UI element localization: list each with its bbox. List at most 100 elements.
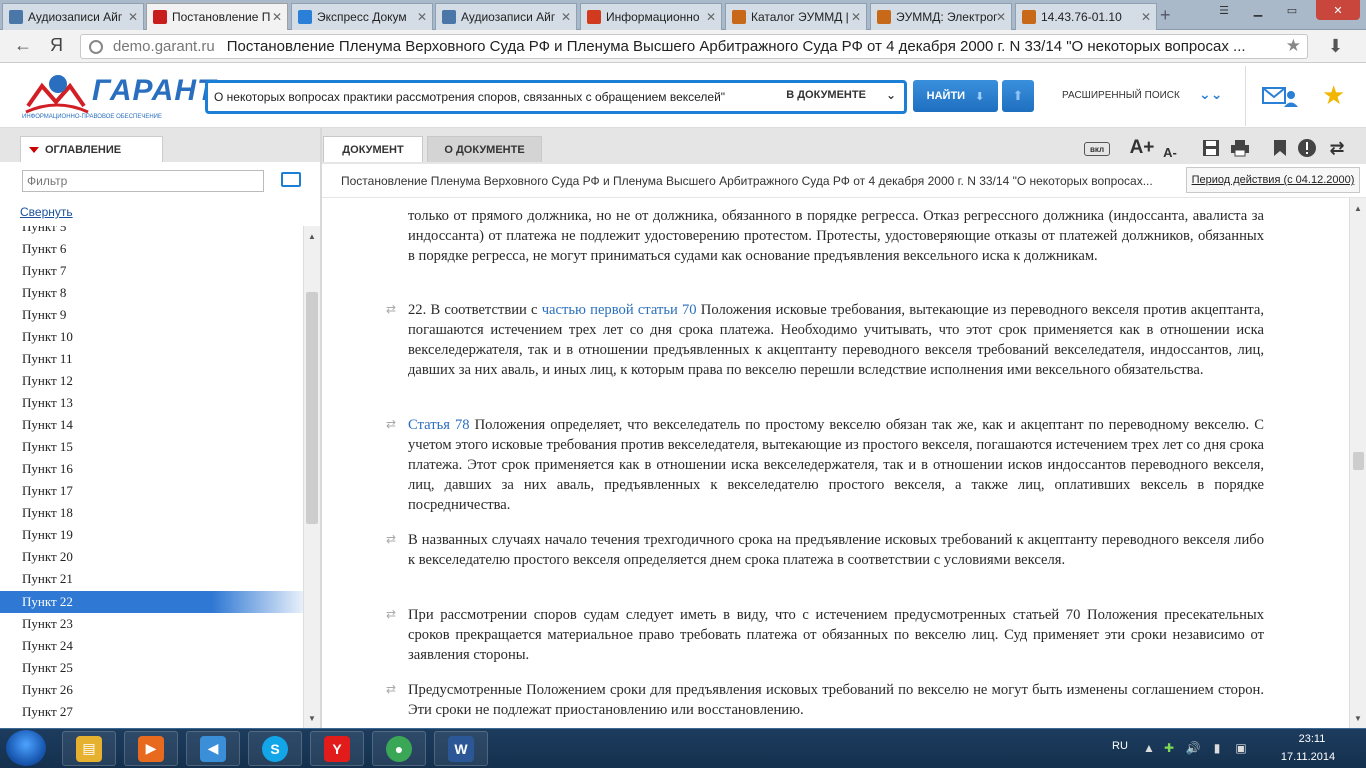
toc-item[interactable]: Пункт 17 (0, 480, 303, 502)
link-article-70-part-1[interactable]: частью первой статьи 70 (542, 302, 697, 318)
close-window-icon[interactable]: ✕ (1316, 0, 1360, 20)
maximize-icon[interactable]: ▭ (1280, 0, 1304, 20)
browser-tab[interactable]: Аудиозаписи Айг ✕ (2, 3, 144, 30)
toc-item[interactable]: Пункт 25 (0, 657, 303, 679)
yandex-button[interactable]: Я (50, 35, 63, 56)
toc-item[interactable]: Пункт 13 (0, 392, 303, 414)
toc-item[interactable]: Пункт 21 (0, 568, 303, 590)
taskbar-app[interactable]: ● (372, 731, 426, 766)
taskbar-app[interactable]: Y (310, 731, 364, 766)
browser-tab[interactable]: Аудиозаписи Айг ✕ (435, 3, 577, 30)
toc-item[interactable]: Пункт 26 (0, 679, 303, 701)
start-button[interactable] (6, 730, 46, 766)
advanced-search-link[interactable]: РАСШИРЕННЫЙ ПОИСК (1062, 90, 1180, 101)
new-tab-button[interactable]: + (1160, 5, 1171, 26)
close-tab-icon[interactable]: ✕ (417, 10, 427, 24)
browser-tab[interactable]: Информационно ✕ (580, 3, 722, 30)
tray-network-icon[interactable]: ▮ (1210, 741, 1224, 755)
taskbar-app[interactable]: ◀ (186, 731, 240, 766)
paragraph-marker-icon[interactable]: ⇄ (386, 417, 396, 431)
close-tab-icon[interactable]: ✕ (1141, 10, 1151, 24)
browser-tab[interactable]: 14.43.76-01.10 ✕ (1015, 3, 1157, 30)
bookmark-star-icon[interactable]: ★ (1286, 36, 1301, 56)
mail-users-icon[interactable] (1262, 86, 1300, 108)
toc-item[interactable]: Пункт 22 (0, 591, 303, 613)
validity-period-button[interactable]: Период действия (с 04.12.2000) (1186, 167, 1360, 193)
filter-toggle-icon[interactable] (281, 172, 301, 187)
save-icon[interactable] (1200, 136, 1222, 160)
taskbar-app[interactable]: S (248, 731, 302, 766)
taskbar-app[interactable]: ▤ (62, 731, 116, 766)
font-decrease-icon[interactable]: A- (1160, 140, 1180, 164)
font-increase-icon[interactable]: A+ (1128, 136, 1156, 160)
find-button[interactable]: НАЙТИ ⬇ (913, 80, 998, 112)
site-info-icon[interactable] (89, 39, 103, 54)
link-article-78[interactable]: Статья 78 (408, 417, 470, 433)
scroll-up-icon[interactable]: ▲ (308, 232, 316, 241)
compare-arrows-icon[interactable]: ⇄ (1324, 136, 1350, 160)
toc-item[interactable]: Пункт 27 (0, 701, 303, 723)
minimize-icon[interactable]: ▁ (1246, 0, 1270, 20)
tray-plus-icon[interactable]: ✚ (1162, 741, 1176, 755)
taskbar-app[interactable]: W (434, 731, 488, 766)
toc-item[interactable]: Пункт 19 (0, 524, 303, 546)
toc-item[interactable]: Пункт 12 (0, 370, 303, 392)
favorites-star-icon[interactable]: ★ (1322, 80, 1345, 111)
language-indicator[interactable]: RU (1112, 740, 1128, 752)
toc-item[interactable]: Пункт 20 (0, 546, 303, 568)
toc-item[interactable]: Пункт 11 (0, 348, 303, 370)
double-chevron-down-icon[interactable]: ⌄⌄ (1199, 86, 1222, 103)
bookmark-icon[interactable] (1270, 136, 1290, 160)
tab-contents[interactable]: ОГЛАВЛЕНИЕ (20, 136, 163, 162)
speech-on-icon[interactable]: вкл (1084, 142, 1110, 156)
clock-date[interactable]: 17.11.2014 (1276, 751, 1340, 763)
close-tab-icon[interactable]: ✕ (272, 10, 282, 24)
close-tab-icon[interactable]: ✕ (851, 10, 861, 24)
filter-input[interactable] (22, 170, 264, 192)
close-tab-icon[interactable]: ✕ (996, 10, 1006, 24)
paragraph-marker-icon[interactable]: ⇄ (386, 682, 396, 696)
menu-icon[interactable]: ☰ (1212, 0, 1236, 20)
browser-tab[interactable]: Каталог ЭУММД | ✕ (725, 3, 867, 30)
browser-tab[interactable]: Постановление П ✕ (146, 3, 288, 30)
toc-item[interactable]: Пункт 10 (0, 326, 303, 348)
close-tab-icon[interactable]: ✕ (561, 10, 571, 24)
paragraph-marker-icon[interactable]: ⇄ (386, 302, 396, 316)
back-button[interactable]: ← (14, 35, 32, 56)
toc-scroll-thumb[interactable] (306, 292, 318, 524)
toc-item[interactable]: Пункт 8 (0, 282, 303, 304)
browser-tab[interactable]: ЭУММД: Электрог ✕ (870, 3, 1012, 30)
download-icon[interactable]: ⬇ (1328, 36, 1343, 57)
scroll-up-icon[interactable]: ▲ (1354, 204, 1362, 213)
paragraph-marker-icon[interactable]: ⇄ (386, 607, 396, 621)
document-scroll-thumb[interactable] (1353, 452, 1364, 470)
close-tab-icon[interactable]: ✕ (706, 10, 716, 24)
toc-item[interactable]: Пункт 7 (0, 260, 303, 282)
collapse-link[interactable]: Свернуть (20, 205, 73, 219)
scroll-down-icon[interactable]: ▼ (308, 714, 316, 723)
paragraph-marker-icon[interactable]: ⇄ (386, 532, 396, 546)
taskbar-app[interactable]: ▶ (124, 731, 178, 766)
clock-time[interactable]: 23:11 (1288, 733, 1336, 745)
document-scrollbar[interactable]: ▲ ▼ (1349, 198, 1366, 728)
info-icon[interactable] (1296, 136, 1318, 160)
tab-about-document[interactable]: О ДОКУМЕНТЕ (427, 136, 542, 162)
address-field[interactable]: demo.garant.ru Постановление Пленума Вер… (80, 34, 1308, 59)
toc-item[interactable]: Пункт 24 (0, 635, 303, 657)
find-previous-button[interactable]: ⬆ (1002, 80, 1034, 112)
search-input[interactable] (208, 85, 760, 109)
print-icon[interactable] (1228, 136, 1252, 160)
toc-item[interactable]: Пункт 9 (0, 304, 303, 326)
toc-item[interactable]: Пункт 15 (0, 436, 303, 458)
toc-item[interactable]: Пункт 18 (0, 502, 303, 524)
tray-power-icon[interactable]: ▣ (1234, 741, 1248, 755)
toc-item[interactable]: Пункт 23 (0, 613, 303, 635)
close-tab-icon[interactable]: ✕ (128, 10, 138, 24)
tab-document[interactable]: ДОКУМЕНТ (323, 136, 423, 162)
toc-item[interactable]: Пункт 14 (0, 414, 303, 436)
toc-item[interactable]: Пункт 5 (0, 226, 303, 238)
toc-item[interactable]: Пункт 16 (0, 458, 303, 480)
search-scope-dropdown[interactable]: В ДОКУМЕНТЕ ⌄ (786, 88, 896, 102)
tray-volume-icon[interactable]: 🔊 (1186, 741, 1201, 755)
browser-tab[interactable]: Экспресс Докум ✕ (291, 3, 433, 30)
